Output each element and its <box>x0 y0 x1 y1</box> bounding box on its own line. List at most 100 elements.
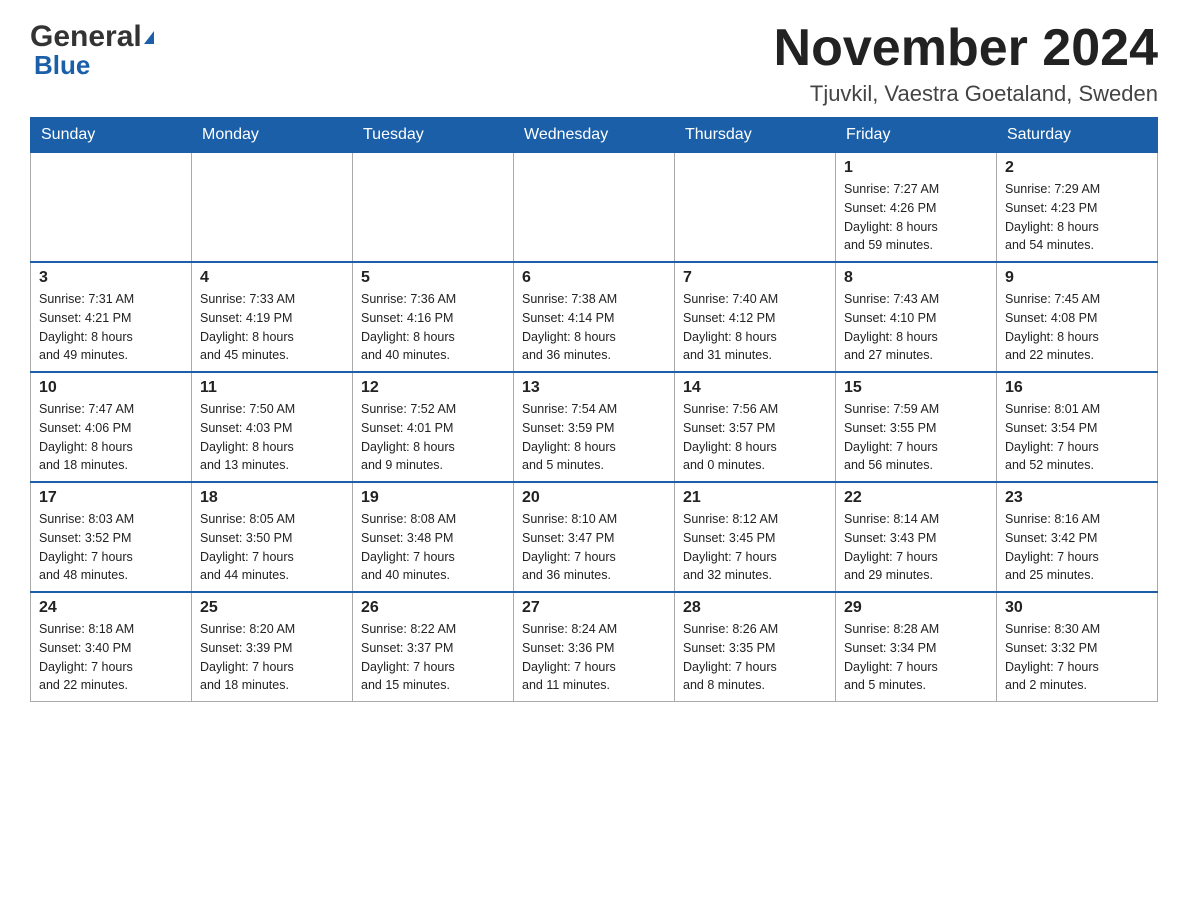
calendar-cell: 7 Sunrise: 7:40 AM Sunset: 4:12 PM Daylig… <box>675 262 836 372</box>
weekday-header-sunday: Sunday <box>31 118 192 153</box>
day-info: Sunrise: 8:12 AM Sunset: 3:45 PM Dayligh… <box>683 510 827 585</box>
calendar-cell <box>675 153 836 263</box>
calendar-cell: 26 Sunrise: 8:22 AM Sunset: 3:37 PM Dayli… <box>353 592 514 702</box>
day-info: Sunrise: 7:54 AM Sunset: 3:59 PM Dayligh… <box>522 400 666 475</box>
day-info: Sunrise: 7:29 AM Sunset: 4:23 PM Dayligh… <box>1005 180 1149 255</box>
day-info: Sunrise: 7:43 AM Sunset: 4:10 PM Dayligh… <box>844 290 988 365</box>
day-info: Sunrise: 7:38 AM Sunset: 4:14 PM Dayligh… <box>522 290 666 365</box>
calendar-cell: 21Sunrise: 8:12 AM Sunset: 3:45 PM Dayli… <box>675 482 836 592</box>
day-number: 6 <box>522 269 666 287</box>
day-info: Sunrise: 8:01 AM Sunset: 3:54 PM Dayligh… <box>1005 400 1149 475</box>
day-number: 16 <box>1005 379 1149 397</box>
day-number: 8 <box>844 269 988 287</box>
location-text: Tjuvkil, Vaestra Goetaland, Sweden <box>774 81 1158 107</box>
calendar-cell: 4 Sunrise: 7:33 AM Sunset: 4:19 PM Daylig… <box>192 262 353 372</box>
day-info: Sunrise: 8:08 AM Sunset: 3:48 PM Dayligh… <box>361 510 505 585</box>
weekday-header-monday: Monday <box>192 118 353 153</box>
calendar-cell: 30Sunrise: 8:30 AM Sunset: 3:32 PM Dayli… <box>997 592 1158 702</box>
day-number: 29 <box>844 599 988 617</box>
day-number: 17 <box>39 489 183 507</box>
calendar-cell: 3Sunrise: 7:31 AM Sunset: 4:21 PM Daylig… <box>31 262 192 372</box>
day-number: 14 <box>683 379 827 397</box>
day-number: 26 <box>361 599 505 617</box>
calendar-cell: 17 Sunrise: 8:03 AM Sunset: 3:52 PM Dayli… <box>31 482 192 592</box>
calendar-cell: 20Sunrise: 8:10 AM Sunset: 3:47 PM Dayli… <box>514 482 675 592</box>
calendar-week-5: 24 Sunrise: 8:18 AM Sunset: 3:40 PM Dayli… <box>31 592 1158 702</box>
calendar-week-4: 17 Sunrise: 8:03 AM Sunset: 3:52 PM Dayli… <box>31 482 1158 592</box>
day-info: Sunrise: 7:27 AM Sunset: 4:26 PM Dayligh… <box>844 180 988 255</box>
calendar-cell: 29 Sunrise: 8:28 AM Sunset: 3:34 PM Dayli… <box>836 592 997 702</box>
calendar-cell: 28 Sunrise: 8:26 AM Sunset: 3:35 PM Dayli… <box>675 592 836 702</box>
day-number: 5 <box>361 269 505 287</box>
weekday-header-thursday: Thursday <box>675 118 836 153</box>
calendar-cell: 27Sunrise: 8:24 AM Sunset: 3:36 PM Dayli… <box>514 592 675 702</box>
day-info: Sunrise: 8:20 AM Sunset: 3:39 PM Dayligh… <box>200 620 344 695</box>
day-number: 1 <box>844 159 988 177</box>
calendar-cell: 10 Sunrise: 7:47 AM Sunset: 4:06 PM Dayli… <box>31 372 192 482</box>
day-info: Sunrise: 8:28 AM Sunset: 3:34 PM Dayligh… <box>844 620 988 695</box>
calendar-cell <box>353 153 514 263</box>
day-number: 7 <box>683 269 827 287</box>
day-info: Sunrise: 7:50 AM Sunset: 4:03 PM Dayligh… <box>200 400 344 475</box>
day-number: 19 <box>361 489 505 507</box>
logo-blue-text: Blue <box>34 50 90 81</box>
calendar-cell: 5Sunrise: 7:36 AM Sunset: 4:16 PM Daylig… <box>353 262 514 372</box>
calendar-cell <box>514 153 675 263</box>
weekday-header-wednesday: Wednesday <box>514 118 675 153</box>
calendar-cell: 13 Sunrise: 7:54 AM Sunset: 3:59 PM Dayli… <box>514 372 675 482</box>
day-number: 18 <box>200 489 344 507</box>
logo-triangle-icon <box>144 31 154 44</box>
day-number: 12 <box>361 379 505 397</box>
calendar-cell <box>31 153 192 263</box>
day-number: 27 <box>522 599 666 617</box>
calendar-cell: 12 Sunrise: 7:52 AM Sunset: 4:01 PM Dayli… <box>353 372 514 482</box>
calendar-week-1: 1 Sunrise: 7:27 AM Sunset: 4:26 PM Daylig… <box>31 153 1158 263</box>
day-number: 25 <box>200 599 344 617</box>
calendar-cell: 25 Sunrise: 8:20 AM Sunset: 3:39 PM Dayli… <box>192 592 353 702</box>
day-number: 24 <box>39 599 183 617</box>
calendar-cell: 11 Sunrise: 7:50 AM Sunset: 4:03 PM Dayli… <box>192 372 353 482</box>
calendar-week-2: 3Sunrise: 7:31 AM Sunset: 4:21 PM Daylig… <box>31 262 1158 372</box>
day-info: Sunrise: 8:22 AM Sunset: 3:37 PM Dayligh… <box>361 620 505 695</box>
day-info: Sunrise: 8:03 AM Sunset: 3:52 PM Dayligh… <box>39 510 183 585</box>
calendar-week-3: 10 Sunrise: 7:47 AM Sunset: 4:06 PM Dayli… <box>31 372 1158 482</box>
calendar-cell: 15Sunrise: 7:59 AM Sunset: 3:55 PM Dayli… <box>836 372 997 482</box>
day-info: Sunrise: 8:05 AM Sunset: 3:50 PM Dayligh… <box>200 510 344 585</box>
title-area: November 2024 Tjuvkil, Vaestra Goetaland… <box>774 20 1158 107</box>
calendar-cell: 16 Sunrise: 8:01 AM Sunset: 3:54 PM Dayli… <box>997 372 1158 482</box>
day-number: 11 <box>200 379 344 397</box>
calendar-header-row: SundayMondayTuesdayWednesdayThursdayFrid… <box>31 118 1158 153</box>
weekday-header-saturday: Saturday <box>997 118 1158 153</box>
day-number: 3 <box>39 269 183 287</box>
calendar-cell: 19 Sunrise: 8:08 AM Sunset: 3:48 PM Dayli… <box>353 482 514 592</box>
day-info: Sunrise: 7:47 AM Sunset: 4:06 PM Dayligh… <box>39 400 183 475</box>
weekday-header-friday: Friday <box>836 118 997 153</box>
day-info: Sunrise: 8:18 AM Sunset: 3:40 PM Dayligh… <box>39 620 183 695</box>
day-number: 15 <box>844 379 988 397</box>
calendar-cell: 18 Sunrise: 8:05 AM Sunset: 3:50 PM Dayli… <box>192 482 353 592</box>
day-number: 10 <box>39 379 183 397</box>
day-number: 23 <box>1005 489 1149 507</box>
day-info: Sunrise: 8:26 AM Sunset: 3:35 PM Dayligh… <box>683 620 827 695</box>
day-number: 9 <box>1005 269 1149 287</box>
month-title: November 2024 <box>774 20 1158 77</box>
day-number: 30 <box>1005 599 1149 617</box>
day-info: Sunrise: 7:56 AM Sunset: 3:57 PM Dayligh… <box>683 400 827 475</box>
day-info: Sunrise: 7:40 AM Sunset: 4:12 PM Dayligh… <box>683 290 827 365</box>
calendar-cell: 2 Sunrise: 7:29 AM Sunset: 4:23 PM Daylig… <box>997 153 1158 263</box>
day-number: 2 <box>1005 159 1149 177</box>
calendar-cell: 8 Sunrise: 7:43 AM Sunset: 4:10 PM Daylig… <box>836 262 997 372</box>
day-number: 28 <box>683 599 827 617</box>
calendar-cell: 22Sunrise: 8:14 AM Sunset: 3:43 PM Dayli… <box>836 482 997 592</box>
day-number: 4 <box>200 269 344 287</box>
day-number: 22 <box>844 489 988 507</box>
calendar-cell: 24 Sunrise: 8:18 AM Sunset: 3:40 PM Dayli… <box>31 592 192 702</box>
calendar-table: SundayMondayTuesdayWednesdayThursdayFrid… <box>30 117 1158 702</box>
calendar-cell: 1 Sunrise: 7:27 AM Sunset: 4:26 PM Daylig… <box>836 153 997 263</box>
day-info: Sunrise: 7:33 AM Sunset: 4:19 PM Dayligh… <box>200 290 344 365</box>
weekday-header-tuesday: Tuesday <box>353 118 514 153</box>
logo-general-text: General <box>30 20 142 54</box>
day-info: Sunrise: 7:52 AM Sunset: 4:01 PM Dayligh… <box>361 400 505 475</box>
day-number: 13 <box>522 379 666 397</box>
day-info: Sunrise: 8:10 AM Sunset: 3:47 PM Dayligh… <box>522 510 666 585</box>
